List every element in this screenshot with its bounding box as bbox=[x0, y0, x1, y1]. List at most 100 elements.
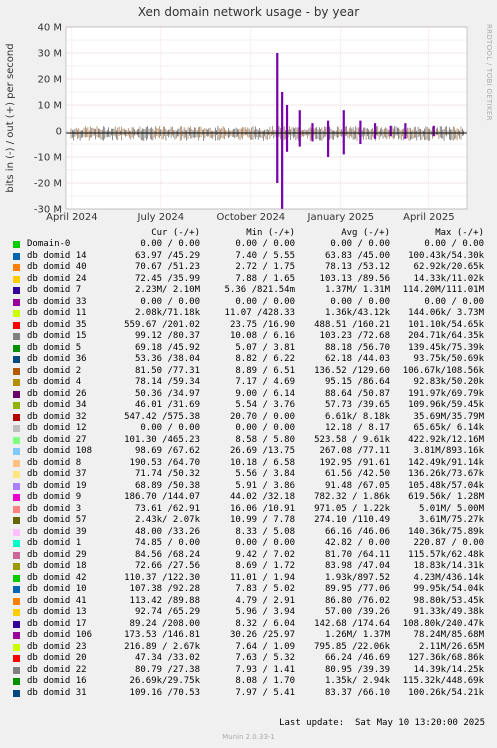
legend-min: 7.63 / 5.32 bbox=[235, 653, 295, 663]
legend-row: db domid 8 190.53 /64.70 10.18 / 6.58 192.9… bbox=[0, 458, 497, 469]
legend-min: 7.17 / 4.69 bbox=[235, 377, 295, 387]
legend-swatch bbox=[13, 517, 20, 524]
legend-min: 44.02 /32.18 bbox=[229, 492, 295, 502]
legend-avg: 12.18 / 8.17 bbox=[324, 423, 390, 433]
legend-avg: 66.24 /46.69 bbox=[324, 653, 390, 663]
legend-swatch bbox=[13, 333, 20, 340]
legend-avg: 83.98 /47.04 bbox=[324, 561, 390, 571]
legend-min: 8.82 / 6.22 bbox=[235, 354, 295, 364]
legend-name: db domid 20 bbox=[27, 653, 87, 663]
legend-header: Cur (-/+) Min (-/+) Avg (-/+) Max (-/+) bbox=[0, 228, 497, 239]
legend-row: db domid 7 2.23M/ 2.10M 5.36 /821.54m 1.37M… bbox=[0, 285, 497, 296]
legend-min: 8.89 / 6.51 bbox=[235, 365, 295, 376]
legend-row: db domid 26 50.36 /34.97 9.00 / 6.14 88.64 … bbox=[0, 389, 497, 400]
legend-swatch bbox=[13, 390, 20, 398]
legend-cur: 80.79 /27.38 bbox=[134, 664, 200, 675]
legend-name: db domid 8 bbox=[27, 457, 82, 468]
legend-swatch bbox=[13, 425, 20, 432]
legend-swatch bbox=[13, 471, 20, 478]
legend-min: 10.08 / 6.16 bbox=[229, 331, 295, 341]
y-tick-label: 30 M bbox=[37, 49, 62, 60]
legend-avg: 61.56 /42.50 bbox=[324, 469, 390, 479]
legend-swatch bbox=[13, 252, 20, 260]
legend-name: db domid 13 bbox=[27, 607, 87, 617]
legend-max: 62.92k/20.65k bbox=[413, 262, 484, 272]
legend-max: 2.11M/26.65M bbox=[418, 641, 484, 652]
legend-avg: 1.35k/ 2.94k bbox=[324, 676, 390, 686]
legend-name: db domid 12 bbox=[27, 423, 87, 433]
legend-avg: 103.23 /72.68 bbox=[319, 331, 390, 341]
legend-name: db domid 40 bbox=[27, 262, 87, 272]
legend-row: db domid 1 74.85 / 0.00 0.00 / 0.00 42.82 /… bbox=[0, 538, 497, 549]
network-usage-chart: 40 M30 M20 M10 M0-10 M-20 M-30 M April 2… bbox=[5, 23, 468, 223]
legend-cur: 0.00 / 0.00 bbox=[140, 296, 200, 307]
legend-row: db domid 18 72.66 /27.56 8.69 / 1.72 83.98 … bbox=[0, 561, 497, 572]
legend-min: 16.06 /10.91 bbox=[229, 503, 295, 514]
legend-max: 144.06k/ 3.73M bbox=[408, 308, 484, 318]
legend-cur: 71.74 /50.32 bbox=[134, 469, 200, 479]
legend-min: 5.96 / 3.94 bbox=[235, 607, 295, 617]
legend-avg: 1.93k/897.52 bbox=[324, 572, 390, 583]
legend-row: db domid 4 78.14 /59.34 7.17 / 4.69 95.15 /… bbox=[0, 377, 497, 388]
legend-name: db domid 108 bbox=[27, 446, 93, 456]
legend-avg: 63.83 /45.00 bbox=[324, 250, 390, 261]
legend-row: db domid 20 47.34 /33.02 7.63 / 5.32 66.24 … bbox=[0, 653, 497, 664]
legend-name: db domid 39 bbox=[27, 526, 87, 537]
legend-row: db domid 31 109.16 /70.53 7.97 / 5.41 83.37… bbox=[0, 688, 497, 699]
legend-max: 100.43k/54.30k bbox=[408, 250, 484, 261]
legend-min: 9.42 / 7.02 bbox=[235, 549, 295, 560]
legend-max: 0.00 / 0.00 bbox=[424, 239, 484, 249]
legend-row: db domid 35 559.67 /201.02 23.75 /16.90 488… bbox=[0, 320, 497, 331]
legend-row: db domid 34 46.01 /31.69 5.54 / 3.76 57.73 … bbox=[0, 400, 497, 411]
legend-swatch bbox=[13, 505, 20, 513]
header-min: Min (-/+) bbox=[246, 228, 295, 238]
legend-name: db domid 36 bbox=[27, 354, 87, 364]
legend-avg: 488.51 /160.21 bbox=[314, 319, 390, 330]
legend-avg: 89.95 /77.06 bbox=[324, 584, 390, 594]
legend-cur: 559.67 /201.02 bbox=[124, 319, 200, 330]
legend-max: 127.36k/68.86k bbox=[408, 653, 484, 663]
legend-row: db domid 27 101.30 /465.23 8.58 / 5.80 523.… bbox=[0, 435, 497, 446]
legend-min: 8.33 / 5.08 bbox=[235, 526, 295, 537]
legend-row: db domid 40 70.67 /51.23 2.72 / 1.75 78.13 … bbox=[0, 262, 497, 273]
legend-name: db domid 1 bbox=[27, 538, 82, 548]
legend-name: db domid 4 bbox=[27, 377, 82, 387]
legend-cur: 69.18 /45.92 bbox=[134, 342, 200, 353]
legend-max: 65.65k/ 6.14k bbox=[413, 423, 484, 433]
legend-cur: 89.24 /208.00 bbox=[129, 618, 200, 629]
legend-cur: 98.69 /67.62 bbox=[134, 446, 200, 456]
legend-name: db domid 57 bbox=[27, 515, 87, 525]
legend-cur: 78.14 /59.34 bbox=[134, 377, 200, 387]
legend-max: 619.56k/ 1.28M bbox=[408, 492, 484, 502]
legend-swatch bbox=[13, 413, 20, 421]
legend-min: 7.93 / 1.41 bbox=[235, 664, 295, 675]
legend-row: db domid 23 216.89 / 2.67k 7.64 / 1.09 795.… bbox=[0, 642, 497, 653]
legend-name: db domid 5 bbox=[27, 342, 82, 353]
legend-swatch bbox=[13, 620, 20, 628]
legend-swatch bbox=[13, 459, 20, 467]
legend-row: db domid 9 186.70 /144.07 44.02 /32.18 782.… bbox=[0, 492, 497, 503]
legend-cur: 113.42 /89.88 bbox=[129, 595, 200, 606]
legend-avg: 88.64 /50.87 bbox=[324, 388, 390, 399]
legend-cur: 84.56 /68.24 bbox=[134, 549, 200, 560]
y-tick-label: -10 M bbox=[34, 153, 62, 164]
legend-cur: 46.01 /31.69 bbox=[134, 400, 200, 410]
legend-row: db domid 42 110.37 /122.30 11.01 / 1.94 1.9… bbox=[0, 573, 497, 584]
legend-name: db domid 19 bbox=[27, 480, 87, 491]
legend-name: db domid 16 bbox=[27, 676, 87, 686]
legend-max: 115.57k/62.48k bbox=[408, 549, 484, 560]
legend-swatch bbox=[13, 666, 20, 674]
legend-swatch bbox=[13, 586, 20, 593]
legend-cur: 101.30 /465.23 bbox=[124, 434, 200, 445]
legend-row: db domid 39 48.00 /33.26 8.33 / 5.08 66.16 … bbox=[0, 527, 497, 538]
legend-name: db domid 10 bbox=[27, 584, 87, 594]
legend-max: 142.49k/91.14k bbox=[408, 457, 484, 468]
legend-avg: 91.48 /67.05 bbox=[324, 480, 390, 491]
legend-cur: 70.67 /51.23 bbox=[134, 262, 200, 272]
legend-avg: 81.70 /64.11 bbox=[324, 549, 390, 560]
legend-max: 91.33k/49.38k bbox=[413, 607, 484, 617]
legend-cur: 173.53 /146.81 bbox=[124, 630, 200, 640]
legend-avg: 95.15 /86.64 bbox=[324, 377, 390, 387]
legend-row: db domid 5 69.18 /45.92 5.07 / 3.81 88.18 /… bbox=[0, 343, 497, 354]
legend-name: db domid 42 bbox=[27, 572, 87, 583]
